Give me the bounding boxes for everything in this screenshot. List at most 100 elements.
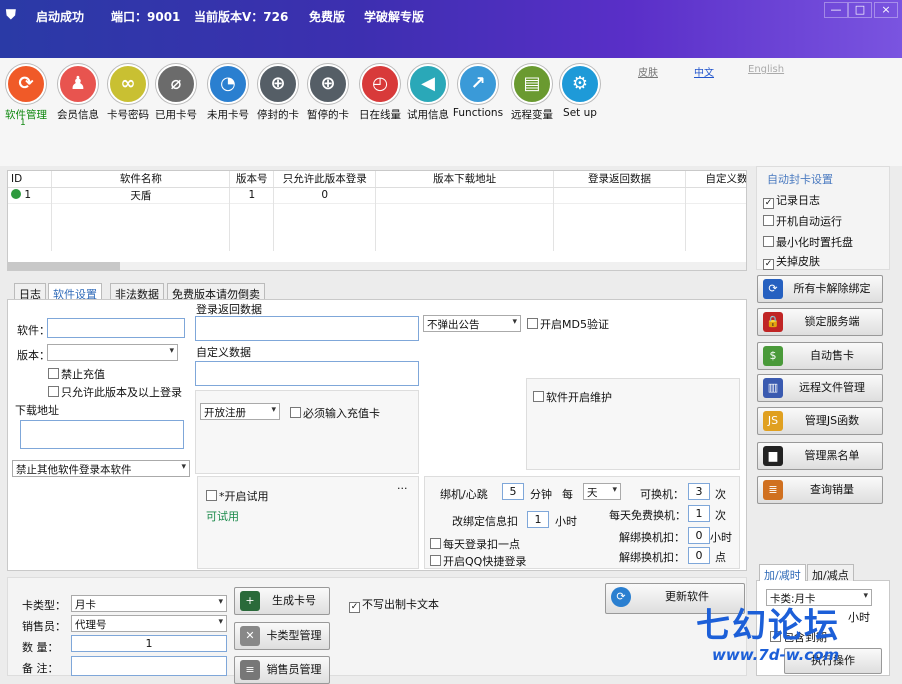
toolbar-item-8[interactable]: ◀ 试用信息 — [404, 64, 452, 122]
stop-recharge-checkbox[interactable]: 禁止充值 — [48, 366, 105, 382]
col-only[interactable]: 只允许此版本登录 — [273, 171, 377, 188]
col-url[interactable]: 版本下载地址 — [375, 171, 555, 188]
qty-input[interactable]: 1 — [71, 635, 227, 652]
port-text: 端口：9001 — [111, 10, 181, 24]
free-change-input[interactable]: 1 — [688, 505, 710, 522]
maximize-button[interactable]: □ — [848, 2, 872, 18]
right-button-6[interactable]: ≣ 查询销量 — [757, 476, 883, 504]
col-name[interactable]: 软件名称 — [51, 171, 231, 188]
active-indicator: 1 — [20, 118, 26, 128]
note-input[interactable] — [71, 656, 227, 676]
globe-icon: ⊕ — [308, 64, 348, 104]
right-button-0[interactable]: ⟳ 所有卡解除绑定 — [757, 275, 883, 303]
unbind-point-input[interactable]: 0 — [688, 547, 710, 564]
toolbar-item-4[interactable]: ◔ 未用卡号 — [204, 64, 252, 122]
times2-label: 次 — [715, 509, 726, 522]
seller-select[interactable]: 代理号 — [71, 615, 227, 632]
pie-icon: ◔ — [208, 64, 248, 104]
tab-add-time[interactable]: 加/减时 — [759, 564, 806, 582]
download-input[interactable] — [20, 420, 184, 449]
toolbar-item-0[interactable]: ⟳ 软件管理 — [2, 64, 50, 122]
maintenance-checkbox[interactable]: 软件开启维护 — [533, 389, 612, 405]
toolbar-item-1[interactable]: ♟ 会员信息 — [54, 64, 102, 122]
right-button-4[interactable]: JS 管理JS函数 — [757, 407, 883, 435]
auto-run-checkbox[interactable]: 开机自动运行 — [763, 213, 842, 229]
can-change-input[interactable]: 3 — [688, 483, 710, 500]
tab-add-point[interactable]: 加/减点 — [807, 564, 854, 582]
toolbar-item-7[interactable]: ◴ 日在线量 — [356, 64, 404, 122]
version-select[interactable] — [47, 344, 178, 361]
toolbar-item-11[interactable]: ⚙ Set up — [556, 64, 604, 119]
day-select[interactable]: 天 — [583, 483, 621, 500]
learn-text: 学破解专版 — [364, 10, 425, 24]
software-input[interactable] — [47, 318, 185, 338]
no-write-checkbox[interactable]: ✓ 不写出制卡文本 — [349, 596, 439, 613]
chinese-link[interactable]: 中文 — [694, 64, 714, 79]
card-type-select[interactable]: 月卡 — [71, 595, 227, 612]
trial-checkbox[interactable]: *开启试用 — [206, 488, 269, 504]
close-button[interactable]: × — [874, 2, 898, 18]
refresh-icon: ⟳ — [6, 64, 46, 104]
minute-label: 分钟 — [530, 488, 552, 501]
change-bind-input[interactable]: 1 — [527, 511, 549, 528]
skin-link[interactable]: 皮肤 — [638, 64, 658, 79]
min-tray-checkbox[interactable]: 最小化时置托盘 — [763, 234, 853, 250]
toolbar-item-6[interactable]: ⊕ 暂停的卡 — [304, 64, 352, 122]
grid-scrollbar[interactable] — [8, 262, 746, 270]
settings-panel: 自动封卡设置 ✓ 记录日志 开机自动运行 最小化时置托盘 ✓ 关掉皮肤 — [756, 166, 890, 270]
custom-data-label: 自定义数据 — [196, 346, 251, 359]
row-name: 天盾 — [51, 187, 231, 203]
right-button-1[interactable]: 🔒 锁定服务端 — [757, 308, 883, 336]
right-button-3[interactable]: ▥ 远程文件管理 — [757, 374, 883, 402]
english-link[interactable]: English — [748, 64, 784, 75]
md5-checkbox[interactable]: 开启MD5验证 — [527, 316, 609, 332]
toolbar-item-10[interactable]: ▤ 远程变量 — [508, 64, 556, 122]
close-skin-checkbox[interactable]: ✓ 关掉皮肤 — [763, 253, 820, 270]
right-button-5[interactable]: ▆ 管理黑名单 — [757, 442, 883, 470]
status-text: 启动成功 — [36, 10, 85, 24]
row-id: 1 — [24, 189, 32, 201]
unbind-hour-input[interactable]: 0 — [688, 527, 710, 544]
tab-settings[interactable]: 软件设置 — [48, 283, 102, 301]
trial-more-button[interactable]: ··· — [397, 482, 408, 495]
tab-free[interactable]: 免费版本请勿倒卖 — [167, 283, 265, 301]
table-row[interactable]: 1 天盾 1 0 — [8, 187, 746, 203]
col-version[interactable]: 版本号 — [229, 171, 275, 188]
col-return[interactable]: 登录返回数据 — [553, 171, 686, 188]
row-only: 0 — [273, 187, 377, 203]
must-card-checkbox[interactable]: 必须输入充值卡 — [290, 405, 380, 421]
hour2-label: 小时 — [710, 531, 732, 544]
seller-manage-button[interactable]: ≡ 销售员管理 — [234, 656, 330, 684]
download-label: 下载地址 — [15, 404, 59, 417]
every-label: 每 — [562, 488, 573, 501]
card-type-manage-button[interactable]: ✕ 卡类型管理 — [234, 622, 330, 650]
record-log-checkbox[interactable]: ✓ 记录日志 — [763, 192, 820, 209]
open-register-select[interactable]: 开放注册 — [200, 403, 280, 420]
only-version-checkbox[interactable]: 只允许此版本及以上登录 — [48, 384, 182, 400]
forbid-other-select[interactable]: 禁止其他软件登录本软件 — [12, 460, 190, 477]
minimize-button[interactable]: — — [824, 2, 848, 18]
login-return-input[interactable] — [195, 316, 419, 341]
toolbar-item-5[interactable]: ⊕ 停封的卡 — [254, 64, 302, 122]
daily-login-checkbox[interactable]: 每天登录扣一点 — [430, 536, 520, 552]
toolbar-item-2[interactable]: ∞ 卡号密码 — [104, 64, 152, 122]
tab-illegal[interactable]: 非法数据 — [110, 283, 164, 301]
right-button-2[interactable]: $ 自动售卡 — [757, 342, 883, 370]
tab-log[interactable]: 日志 — [14, 283, 46, 301]
globe-icon: ⊕ — [258, 64, 298, 104]
col-custom[interactable]: 自定义数 — [685, 171, 746, 188]
row-version: 1 — [229, 187, 275, 203]
unbind-point-label: 解绑换机扣： — [619, 551, 685, 564]
toolbar-item-9[interactable]: ↗ Functions — [453, 64, 503, 119]
col-id[interactable]: ID — [8, 171, 53, 188]
generate-card-button[interactable]: + 生成卡号 — [234, 587, 330, 615]
software-label: 软件： — [17, 324, 50, 337]
settings-title: 自动封卡设置 — [767, 173, 833, 186]
toolbar-item-3[interactable]: ⌀ 已用卡号 — [152, 64, 200, 122]
custom-data-input[interactable] — [195, 361, 419, 386]
bind-minutes-input[interactable]: 5 — [502, 483, 524, 500]
qq-login-checkbox[interactable]: 开启QQ快捷登录 — [430, 553, 526, 569]
announce-select[interactable]: 不弹出公告 — [423, 315, 521, 332]
card-type-label: 卡类型： — [22, 599, 66, 612]
grid-scroll-thumb[interactable] — [8, 262, 120, 270]
